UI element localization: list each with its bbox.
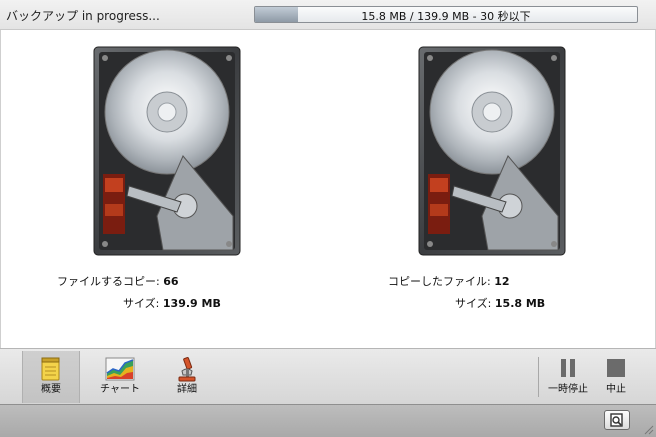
stop-label: 中止 xyxy=(606,384,626,395)
destination-files-label: コピーしたファイル: xyxy=(388,275,491,288)
status-bar: バックアップ in progress... 15.8 MB / 139.9 MB… xyxy=(0,0,656,30)
status-title: バックアップ in progress... xyxy=(6,9,160,23)
destination-disk-icon xyxy=(418,46,566,256)
source-files-label: ファイルするコピー: xyxy=(57,275,160,288)
chart-label: チャート xyxy=(100,384,140,395)
destination-size-row: サイズ: 15.8 MB xyxy=(455,295,545,311)
stop-icon xyxy=(607,359,625,377)
destination-files-row: コピーしたファイル: 12 xyxy=(388,273,510,289)
overview-label: 概要 xyxy=(41,384,61,395)
chart-icon xyxy=(105,357,135,381)
quicklook-icon xyxy=(610,413,623,427)
overview-tab[interactable]: 概要 xyxy=(22,351,80,403)
source-files-value: 66 xyxy=(163,275,179,288)
source-size-value: 139.9 MB xyxy=(162,297,221,310)
destination-size-label: サイズ: xyxy=(455,297,492,310)
pause-label: 一時停止 xyxy=(548,384,588,395)
quicklook-button[interactable] xyxy=(604,410,630,430)
destination-size-value: 15.8 MB xyxy=(494,297,546,310)
source-disk-icon xyxy=(93,46,241,256)
bottom-bar xyxy=(0,404,656,437)
source-files-row: ファイルするコピー: 66 xyxy=(57,273,179,289)
resize-grip-icon[interactable] xyxy=(642,423,654,435)
details-label: 詳細 xyxy=(177,384,197,395)
destination-files-value: 12 xyxy=(494,275,510,288)
toolbar-separator xyxy=(538,357,539,397)
chart-tab[interactable]: チャート xyxy=(90,351,150,403)
source-size-label: サイズ: xyxy=(123,297,160,310)
pause-icon xyxy=(561,359,575,377)
main-panel: ファイルするコピー: 66 サイズ: 139.9 MB コピーしたファイル: 1… xyxy=(0,30,656,348)
notepad-icon xyxy=(41,357,60,381)
pause-button[interactable]: 一時停止 xyxy=(543,351,593,403)
toolbar: 概要 チャート 詳細 一時停止 中止 xyxy=(0,348,656,404)
progress-text: 15.8 MB / 139.9 MB - 30 秒以下 xyxy=(361,10,531,23)
source-size-row: サイズ: 139.9 MB xyxy=(123,295,221,311)
stop-button[interactable]: 中止 xyxy=(598,351,634,403)
details-tab[interactable]: 詳細 xyxy=(160,351,214,403)
progress-bar: 15.8 MB / 139.9 MB - 30 秒以下 xyxy=(254,6,638,23)
